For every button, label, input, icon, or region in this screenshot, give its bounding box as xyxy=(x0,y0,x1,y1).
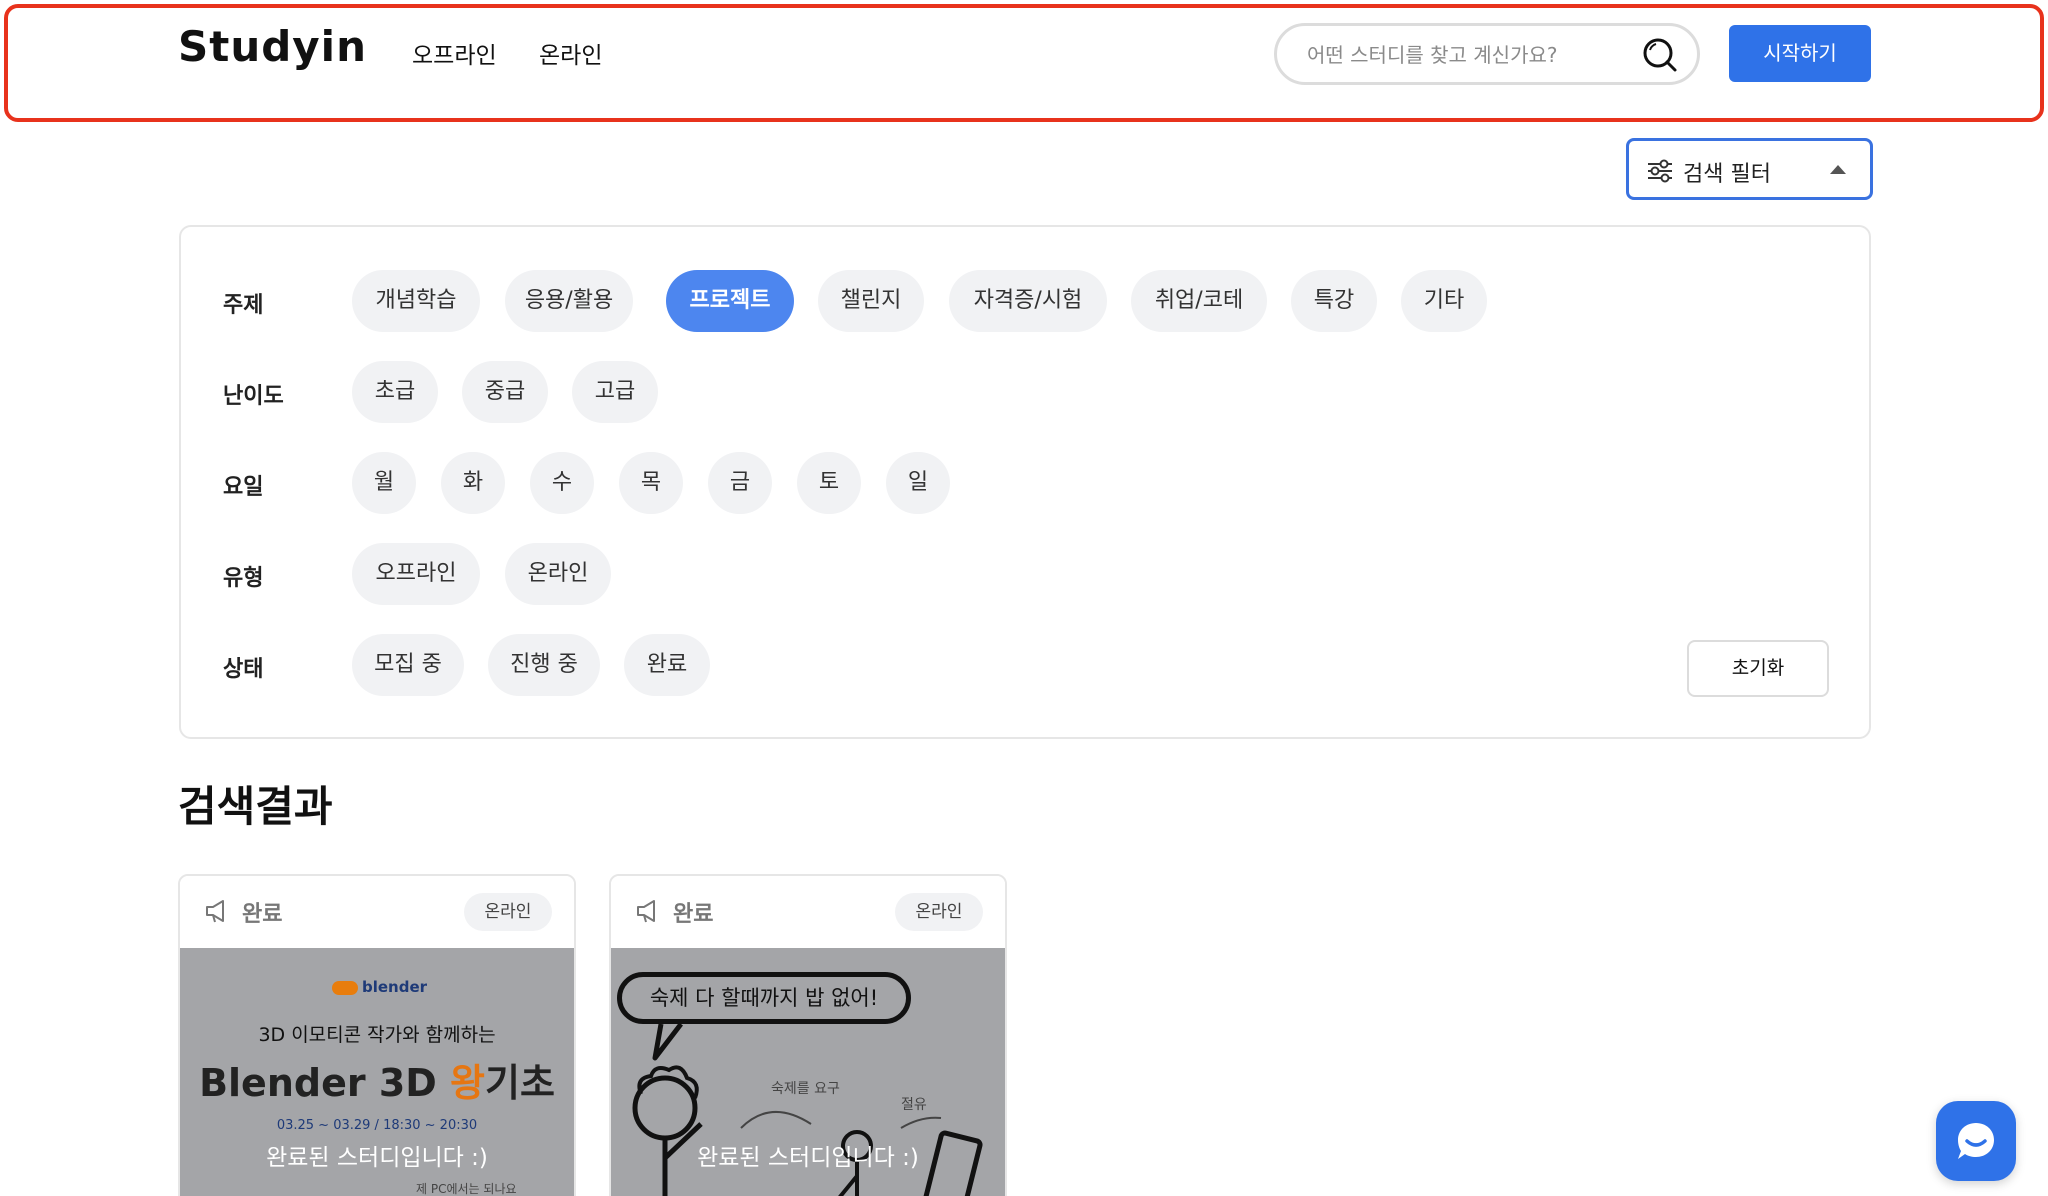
nav-online[interactable]: 온라인 xyxy=(539,36,602,70)
card-type-badge: 온라인 xyxy=(464,893,552,931)
speech-bubble: 숙제 다 할때까지 밥 없어! xyxy=(617,972,911,1024)
chat-button[interactable] xyxy=(1936,1101,2016,1181)
filter-row-type: 유형 오프라인 온라인 xyxy=(181,543,1869,607)
chip-topic-lecture[interactable]: 특강 xyxy=(1291,270,1377,332)
search-input[interactable] xyxy=(1307,40,1627,70)
chip-day-wed[interactable]: 수 xyxy=(530,452,594,514)
study-card[interactable]: 완료 온라인 blender 3D 이모티콘 작가와 함께하는 Blender … xyxy=(178,874,576,1196)
chip-level-intermediate[interactable]: 중급 xyxy=(462,361,548,423)
results-heading: 검색결과 xyxy=(178,782,333,831)
search-box xyxy=(1274,23,1700,85)
chip-type-online[interactable]: 온라인 xyxy=(505,543,611,605)
chip-status-done[interactable]: 완료 xyxy=(624,634,710,696)
chip-status-recruiting[interactable]: 모집 중 xyxy=(352,634,464,696)
thumb-note: 제 PC에서는 되나요 xyxy=(416,1182,517,1196)
card-status: 완료 xyxy=(673,902,714,927)
start-button[interactable]: 시작하기 xyxy=(1729,25,1871,82)
filter-label-type: 유형 xyxy=(223,566,264,591)
chat-icon xyxy=(1958,1123,1994,1159)
card-status: 완료 xyxy=(242,902,283,927)
thumb-title: Blender 3D 왕기초 xyxy=(199,1061,555,1105)
chip-day-sun[interactable]: 일 xyxy=(886,452,950,514)
nav-offline[interactable]: 오프라인 xyxy=(412,36,497,70)
chip-day-mon[interactable]: 월 xyxy=(352,452,416,514)
chip-topic-project[interactable]: 프로젝트 xyxy=(666,270,794,332)
card-header: 완료 온라인 xyxy=(180,876,574,948)
logo[interactable]: Studyin xyxy=(178,22,367,71)
card-overlay-text: 완료된 스터디입니다 :) xyxy=(266,1145,488,1171)
chip-status-in-progress[interactable]: 진행 중 xyxy=(488,634,600,696)
reset-button[interactable]: 초기화 xyxy=(1687,640,1829,697)
filter-label-status: 상태 xyxy=(223,657,264,682)
filter-row-day: 요일 월 화 수 목 금 토 일 xyxy=(181,452,1869,516)
megaphone-icon xyxy=(206,900,224,923)
thumb-subtitle: 3D 이모티콘 작가와 함께하는 xyxy=(258,1024,496,1046)
chip-topic-jobs[interactable]: 취업/코테 xyxy=(1131,270,1267,332)
chip-day-fri[interactable]: 금 xyxy=(708,452,772,514)
filter-label-level: 난이도 xyxy=(223,384,284,409)
thumb-dates: 03.25 ~ 03.29 / 18:30 ~ 20:30 xyxy=(276,1118,478,1133)
chip-topic-applied[interactable]: 응용/활용 xyxy=(505,270,633,332)
megaphone-icon xyxy=(637,900,655,923)
filter-panel: 주제 개념학습 응용/활용 프로젝트 챌린지 자격증/시험 취업/코테 특강 기… xyxy=(179,225,1871,739)
site-header: Studyin 오프라인 온라인 시작하기 xyxy=(0,0,2048,118)
comic-note: 숙제를 요구 xyxy=(771,1081,840,1097)
search-icon[interactable] xyxy=(1641,36,1679,74)
chip-day-sat[interactable]: 토 xyxy=(797,452,861,514)
search-filter-toggle[interactable]: 검색 필터 xyxy=(1626,138,1873,200)
chip-topic-concept[interactable]: 개념학습 xyxy=(352,270,480,332)
filter-row-level: 난이도 초급 중급 고급 xyxy=(181,361,1869,425)
chip-level-advanced[interactable]: 고급 xyxy=(572,361,658,423)
chip-type-offline[interactable]: 오프라인 xyxy=(352,543,480,605)
comic-note: 절유 xyxy=(901,1097,927,1113)
caret-up-icon xyxy=(1830,165,1846,174)
sliders-icon xyxy=(1648,159,1672,183)
card-header: 완료 온라인 xyxy=(611,876,1005,948)
chip-level-beginner[interactable]: 초급 xyxy=(352,361,438,423)
search-filter-label: 검색 필터 xyxy=(1683,162,1771,187)
filter-label-day: 요일 xyxy=(223,475,264,500)
card-type-badge: 온라인 xyxy=(895,893,983,931)
card-overlay-text: 완료된 스터디입니다 :) xyxy=(697,1145,919,1171)
chip-topic-etc[interactable]: 기타 xyxy=(1401,270,1487,332)
chip-day-thu[interactable]: 목 xyxy=(619,452,683,514)
chip-topic-challenge[interactable]: 챌린지 xyxy=(818,270,924,332)
filter-row-status: 상태 모집 중 진행 중 완료 xyxy=(181,634,1869,698)
study-card[interactable]: 완료 온라인 숙제 다 할때까지 밥 없어! 숙제를 요구 절유 완료된 스터디… xyxy=(609,874,1007,1196)
card-thumbnail: 숙제 다 할때까지 밥 없어! 숙제를 요구 절유 완료된 스터디입니다 :) xyxy=(611,948,1005,1196)
filter-label-topic: 주제 xyxy=(223,293,264,318)
filter-row-topic: 주제 개념학습 응용/활용 프로젝트 챌린지 자격증/시험 취업/코테 특강 기… xyxy=(181,270,1869,334)
card-thumbnail: blender 3D 이모티콘 작가와 함께하는 Blender 3D 왕기초 … xyxy=(180,948,574,1196)
chip-topic-certificate[interactable]: 자격증/시험 xyxy=(949,270,1107,332)
blender-logo: blender xyxy=(332,978,427,996)
chip-day-tue[interactable]: 화 xyxy=(441,452,505,514)
